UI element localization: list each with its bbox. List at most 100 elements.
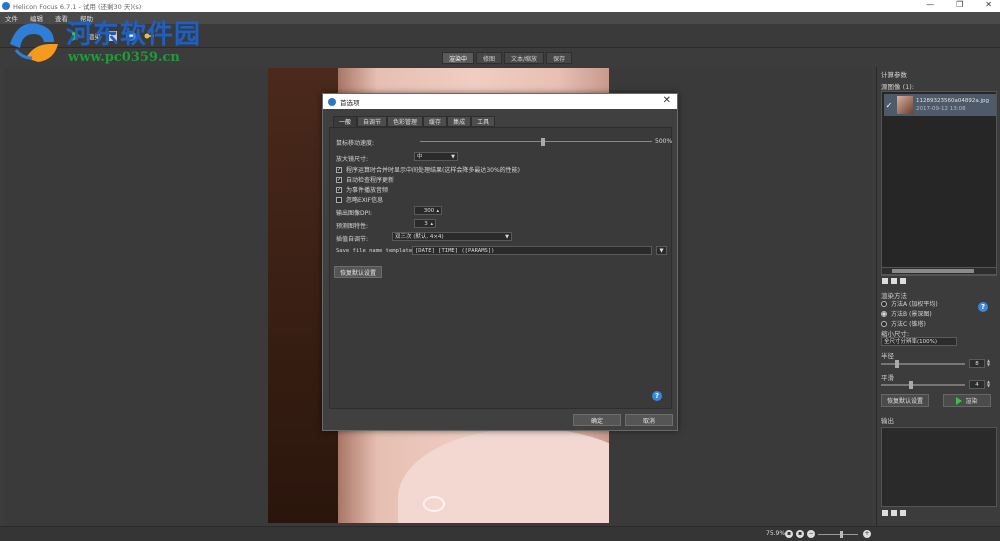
template-label: Save file name template:: [336, 248, 416, 254]
tab-rendering[interactable]: 渲染中: [442, 52, 475, 64]
right-panel: 计算参数 源图像 (1): ✓ 11289323560a04892a.jpg 2…: [876, 67, 1000, 526]
output-list[interactable]: [881, 427, 997, 507]
play-icon: [956, 396, 963, 405]
remove-file-icon[interactable]: [891, 278, 897, 284]
mouse-speed-max: 500%: [655, 138, 673, 145]
thumbs-input[interactable]: 3 ▴: [414, 219, 436, 228]
min-size-select[interactable]: 全尺寸分辨率(100%): [881, 337, 957, 346]
preferences-dialog: 首选项 ✕ 一般 自调节 色彩管理 缓存 集成 工具 鼠标移动速度: 500% …: [322, 93, 678, 431]
checkbox-ignore-exif[interactable]: 忽略EXIF信息: [336, 195, 383, 204]
output-tools: [882, 510, 906, 516]
zoom-actual-icon[interactable]: ▪: [796, 530, 804, 538]
tab-cache[interactable]: 缓存: [423, 116, 448, 127]
source-list-tools: [882, 278, 906, 284]
checkbox-auto-update[interactable]: ✓ 自动检查程序更新: [336, 175, 394, 184]
zoom-out-icon[interactable]: −: [807, 530, 815, 538]
ok-button[interactable]: 确定: [573, 414, 621, 426]
chevron-down-icon: ▼: [659, 248, 664, 254]
output-heading: 输出: [881, 417, 894, 425]
chevron-down-icon: ▼: [505, 234, 509, 240]
magnifier-select[interactable]: 中 ▼: [414, 152, 458, 161]
radius-heading: 半径: [881, 352, 894, 360]
template-input[interactable]: [DATE] [TIME] ([PARAMS]): [412, 246, 652, 255]
params-heading: 计算参数: [881, 71, 907, 79]
template-dropdown-button[interactable]: ▼: [656, 246, 667, 255]
tab-auto-adjust[interactable]: 自调节: [357, 116, 388, 127]
radius-stepper[interactable]: ▲ ▼: [987, 359, 992, 368]
zoom-level: 75.9%: [766, 530, 786, 537]
title-bar: Helicon Focus 6.7.1 - 试用 (还剩30 天)(s) — ❐…: [0, 0, 1000, 12]
help-icon[interactable]: ?: [652, 391, 662, 401]
view-tabs: 渲染中 修图 文本/缩放 保存: [442, 52, 573, 64]
method-a-radio[interactable]: 方法A (加权平均): [881, 299, 938, 308]
add-file-icon[interactable]: [882, 278, 888, 284]
thumbnail: [897, 96, 913, 114]
tab-general[interactable]: 一般: [333, 116, 358, 127]
radius-input[interactable]: 8: [969, 359, 985, 368]
gear-icon[interactable]: [900, 510, 906, 516]
close-button[interactable]: ✕: [985, 0, 992, 9]
checkbox-show-intermediate[interactable]: ✓ 程序运算时合并时显示中间处理结果(这样会降多最达30%的性能): [336, 165, 520, 174]
dialog-body: 鼠标移动速度: 500% 放大镜尺寸: 中 ▼ ✓ 程序运算时合并时显示中间处理结果…: [329, 127, 672, 409]
radius-slider[interactable]: [881, 360, 965, 368]
dpi-label: 输出图像DPI:: [336, 210, 373, 217]
smoothing-slider[interactable]: [881, 381, 965, 389]
smoothing-input[interactable]: 4: [969, 380, 985, 389]
tab-save[interactable]: 保存: [546, 52, 573, 64]
tab-text-scale[interactable]: 文本/缩放: [504, 52, 545, 64]
list-item[interactable]: ✓ 11289323560a04892a.jpg 2017-09-12 13:0…: [884, 94, 996, 116]
zoom-fit-icon[interactable]: ▪: [785, 530, 793, 538]
status-bar: 75.9% ▪ ▪ − +: [0, 526, 1000, 541]
chevron-down-icon: ▼: [451, 154, 455, 160]
app-logo-icon: [328, 97, 336, 106]
check-icon[interactable]: ✓: [884, 101, 894, 110]
dialog-title-bar: 首选项: [323, 94, 677, 109]
dialog-reset-button[interactable]: 恢复默认设置: [334, 266, 382, 278]
zoom-in-icon[interactable]: +: [863, 530, 871, 538]
watermark-logo-icon: [10, 23, 58, 62]
source-heading: 源图像 (1):: [881, 83, 914, 91]
interp-label: 插值自调节:: [336, 236, 369, 243]
window-title: Helicon Focus 6.7.1 - 试用 (还剩30 天)(s): [13, 3, 142, 11]
watermark-title: 河东软件园: [66, 20, 202, 50]
tab-integration[interactable]: 集成: [447, 116, 472, 127]
watermark-url: www.pc0359.cn: [68, 50, 180, 65]
reset-defaults-button[interactable]: 恢复默认设置: [881, 394, 929, 407]
source-file-date: 2017-09-12 13:08: [916, 106, 966, 112]
window-controls: — ❐ ✕: [926, 0, 992, 9]
mouse-speed-label: 鼠标移动速度:: [336, 140, 375, 147]
dialog-title: 首选项: [340, 98, 360, 107]
maximize-button[interactable]: ❐: [956, 0, 963, 9]
source-list-scrollbar[interactable]: [881, 267, 997, 275]
app-logo-icon: [2, 2, 10, 10]
render-button[interactable]: 渲染: [943, 394, 991, 407]
help-icon[interactable]: ?: [978, 302, 988, 312]
interp-select[interactable]: 双三次 (默认, 4×4) ▼: [392, 232, 512, 241]
gear-icon[interactable]: [900, 278, 906, 284]
folder-icon[interactable]: [891, 510, 897, 516]
minimize-button[interactable]: —: [926, 0, 934, 9]
file-icon[interactable]: [882, 510, 888, 516]
cancel-button[interactable]: 取消: [625, 414, 673, 426]
mouse-speed-slider[interactable]: [420, 138, 652, 146]
tab-tools[interactable]: 工具: [471, 116, 496, 127]
smoothing-heading: 平滑: [881, 374, 894, 382]
method-c-radio[interactable]: 方法C (锥塔): [881, 319, 926, 328]
smoothing-stepper[interactable]: ▲ ▼: [987, 380, 992, 389]
weibo-watermark-icon: [423, 496, 445, 512]
mouse-speed-knob[interactable]: [540, 138, 545, 146]
source-file-name: 11289323560a04892a.jpg: [916, 98, 989, 104]
method-b-radio[interactable]: 方法B (景深图): [881, 309, 932, 318]
checkbox-event-sound[interactable]: ✓ 为事件播放音频: [336, 185, 388, 194]
dpi-input[interactable]: 300 ▴: [414, 206, 442, 215]
zoom-slider[interactable]: [818, 531, 858, 538]
dialog-close-button[interactable]: ✕: [663, 95, 671, 106]
dialog-tabs: 一般 自调节 色彩管理 缓存 集成 工具: [333, 116, 496, 127]
thumbs-label: 预测图特性:: [336, 223, 369, 230]
stepper-icon[interactable]: ▴: [430, 220, 433, 228]
tab-color-management[interactable]: 色彩管理: [387, 116, 424, 127]
tab-retouch[interactable]: 修图: [476, 52, 503, 64]
stepper-icon[interactable]: ▴: [436, 207, 439, 215]
magnifier-label: 放大镜尺寸:: [336, 156, 369, 163]
source-list[interactable]: ✓ 11289323560a04892a.jpg 2017-09-12 13:0…: [881, 91, 997, 276]
